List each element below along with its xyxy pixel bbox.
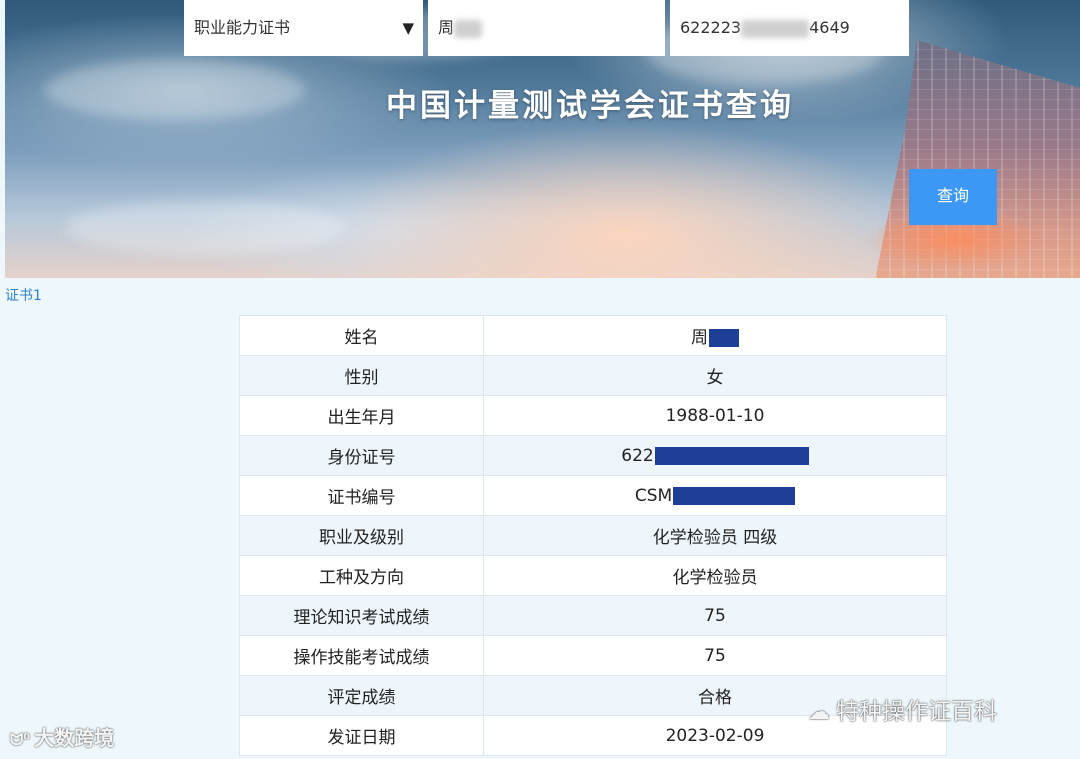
id-number-input[interactable]: 622223 4649 <box>670 0 909 56</box>
row-label: 出生年月 <box>239 395 484 436</box>
table-row: 性别 女 <box>239 355 947 396</box>
banner-cloud <box>65 200 345 255</box>
tab-certificate-1[interactable]: 证书1 <box>5 285 42 305</box>
redaction-bar <box>654 446 809 465</box>
redaction-bar <box>709 329 739 347</box>
row-label: 评定成绩 <box>239 675 484 716</box>
table-row: 身份证号 622 <box>239 435 947 476</box>
certificate-type-select[interactable]: 职业能力证书 ▼ <box>184 0 423 56</box>
row-label: 发证日期 <box>239 715 484 756</box>
id-input-suffix: 4649 <box>809 18 850 37</box>
row-label: 工种及方向 <box>239 555 484 596</box>
table-row: 职业及级别 化学检验员 四级 <box>239 515 947 556</box>
page-title: 中国计量测试学会证书查询 <box>386 88 794 124</box>
table-row: 证书编号 CSM <box>239 475 947 516</box>
row-value: 女 <box>483 355 947 396</box>
row-label: 职业及级别 <box>239 515 484 556</box>
row-label: 理论知识考试成绩 <box>239 595 484 636</box>
row-label: 操作技能考试成绩 <box>239 635 484 676</box>
watermark-left: ᗢ⁰ 大数跨境 <box>10 722 114 751</box>
query-button[interactable]: 查询 <box>909 169 997 225</box>
row-value: 622 <box>621 445 654 466</box>
row-value: 化学检验员 <box>483 555 947 596</box>
row-value-cell: 周 <box>483 315 947 356</box>
table-row: 姓名 周 <box>239 315 947 356</box>
watermark-left-text: 大数跨境 <box>34 726 115 750</box>
watermark-right-text: 特种操作证百科 <box>836 699 997 725</box>
row-label: 身份证号 <box>239 435 484 476</box>
id-input-prefix: 622223 <box>680 18 742 37</box>
row-value: 化学检验员 四级 <box>483 515 947 556</box>
row-label: 姓名 <box>239 315 484 356</box>
table-row: 理论知识考试成绩 75 <box>239 595 947 636</box>
row-value: 周 <box>691 328 708 348</box>
row-label: 性别 <box>239 355 484 396</box>
wechat-icon: ☁ <box>808 700 830 725</box>
watermark-right: ☁ 特种操作证百科 <box>808 692 997 726</box>
table-row: 工种及方向 化学检验员 <box>239 555 947 596</box>
dropdown-arrow-icon: ▼ <box>402 19 414 37</box>
certificate-info-table: 姓名 周 性别 女 出生年月 1988-01-10 身份证号 622 证书编号 … <box>239 315 947 756</box>
row-value: 75 <box>483 635 947 676</box>
redaction-bar <box>673 486 796 505</box>
blurred-redaction <box>454 19 483 38</box>
row-value: CSM <box>634 485 673 506</box>
row-value-cell: CSM <box>483 475 947 516</box>
certificate-type-value: 职业能力证书 <box>194 18 291 37</box>
row-value: 1988-01-10 <box>483 395 947 436</box>
watermark-logo-icon: ᗢ⁰ <box>10 730 31 749</box>
row-label: 证书编号 <box>239 475 484 516</box>
row-value: 75 <box>483 595 947 636</box>
name-input-value: 周 <box>438 18 455 37</box>
table-row: 出生年月 1988-01-10 <box>239 395 947 436</box>
name-input[interactable]: 周 <box>428 0 665 56</box>
table-row: 操作技能考试成绩 75 <box>239 635 947 676</box>
row-value-cell: 622 <box>483 435 947 476</box>
blurred-redaction <box>741 19 810 38</box>
